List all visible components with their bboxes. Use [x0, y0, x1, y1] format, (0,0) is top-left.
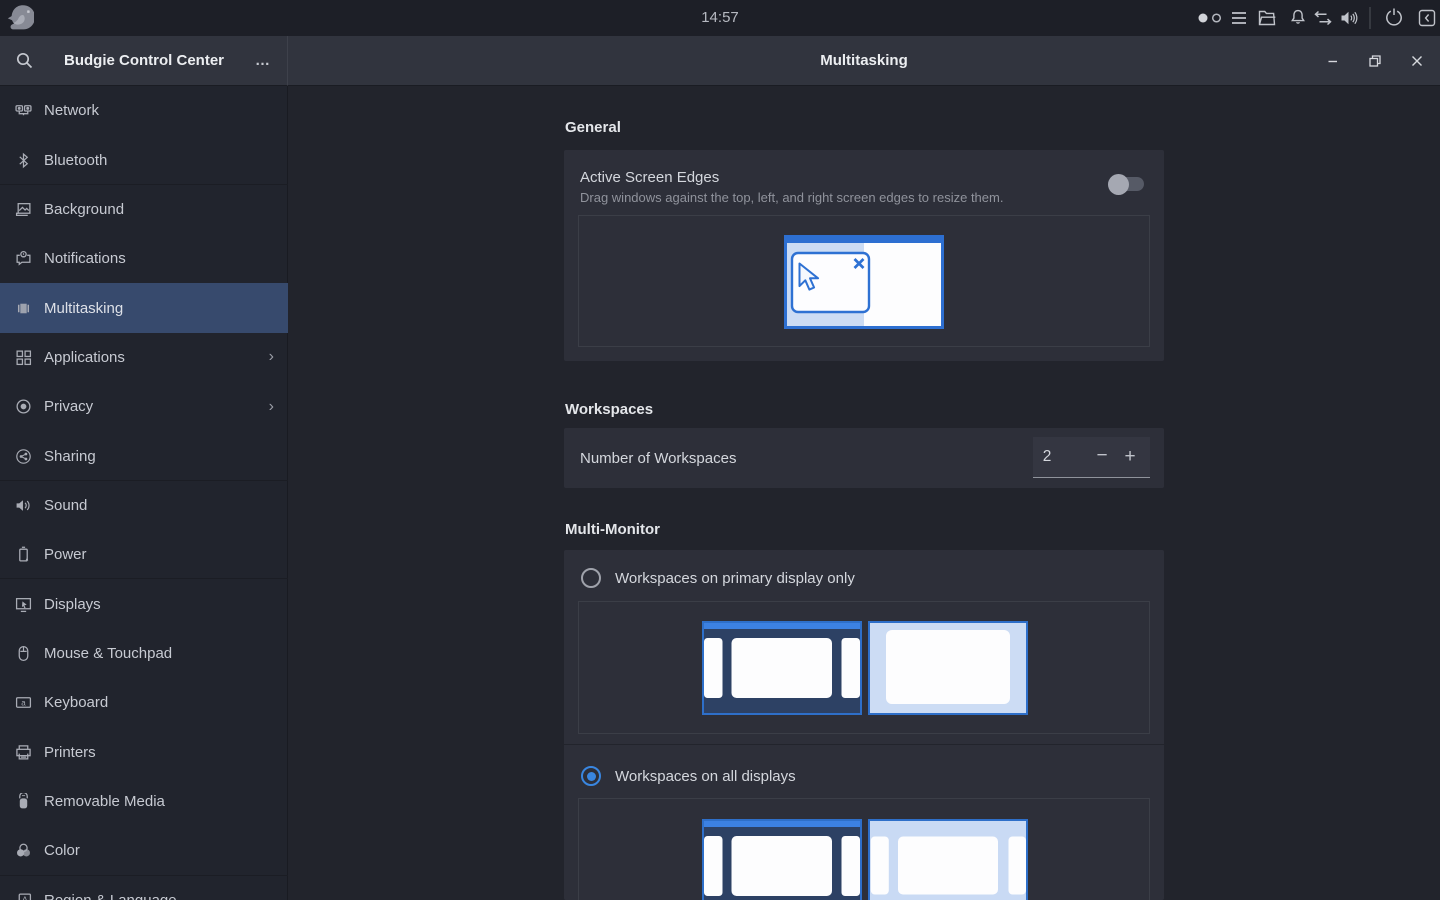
svg-text:a: a: [21, 699, 26, 708]
svg-text:A: A: [22, 894, 28, 900]
